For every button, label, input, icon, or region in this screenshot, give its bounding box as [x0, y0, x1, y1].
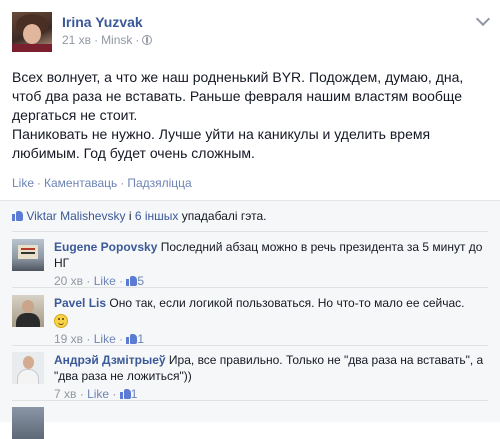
action-separator: ·	[37, 176, 42, 190]
like-link[interactable]: Like	[12, 176, 34, 190]
avatar-body	[16, 313, 40, 327]
author-name[interactable]: Irina Yuzvak	[62, 14, 143, 30]
comment-time[interactable]: 7 хв	[54, 387, 76, 401]
commenter-name[interactable]: Eugene Popovsky	[54, 240, 157, 254]
divider	[12, 231, 488, 232]
action-separator: ·	[120, 176, 125, 190]
commenter-avatar[interactable]	[12, 239, 44, 271]
facebook-post: Irina Yuzvak 21 хв · Minsk · Всех волнует, …	[0, 0, 500, 439]
post-paragraph: Паниковать не нужно. Лучше уйти на каник…	[12, 126, 431, 161]
divider	[12, 345, 488, 346]
thumb-up-icon	[12, 210, 23, 221]
post-meta: 21 хв · Minsk ·	[62, 33, 153, 47]
likes-suffix: упадабалі гэта.	[181, 209, 267, 223]
comment-body: Pavel Lis Оно так, если логикой пользова…	[54, 295, 488, 347]
divider	[12, 400, 488, 401]
avatar-face	[23, 24, 41, 44]
thumb-up-icon	[126, 333, 138, 344]
chevron-down-icon[interactable]	[475, 11, 491, 27]
thumb-up-icon	[119, 388, 131, 399]
avatar-shirt	[12, 44, 52, 52]
avatar-sign	[18, 245, 38, 259]
share-link[interactable]: Падзяліцца	[127, 176, 191, 190]
liker-name[interactable]: Viktar Malishevsky	[26, 209, 125, 223]
avatar-head	[22, 300, 34, 313]
meta-separator: ·	[94, 33, 99, 47]
comment-time[interactable]: 19 хв	[54, 332, 83, 346]
post-actions: Like · Каментаваць · Падзяліцца	[12, 176, 192, 190]
likes-others[interactable]: 6 іншых	[135, 209, 179, 223]
comment-link[interactable]: Каментаваць	[44, 176, 117, 190]
comment-like-count[interactable]: 1	[137, 332, 144, 346]
commenter-name[interactable]: Андрэй Дзмітрыеў	[54, 353, 166, 367]
divider	[12, 287, 488, 288]
comment-like-link[interactable]: Like	[94, 274, 116, 288]
comment-like-count[interactable]: 5	[137, 274, 144, 288]
post-time[interactable]: 21 хв	[62, 33, 91, 47]
globe-icon[interactable]	[142, 35, 153, 45]
comment-time[interactable]: 20 хв	[54, 274, 83, 288]
comment-like-link[interactable]: Like	[94, 332, 116, 346]
commenter-name[interactable]: Pavel Lis	[54, 296, 106, 310]
avatar-head	[23, 356, 34, 369]
likes-conj: і	[128, 209, 132, 223]
meta-separator: ·	[135, 33, 140, 47]
author-avatar[interactable]	[12, 12, 52, 52]
thumb-up-icon	[126, 275, 138, 286]
comment-body: Eugene Popovsky Последний абзац можно в …	[54, 239, 488, 289]
comment-body: Андрэй Дзмітрыеў Ира, все правильно. Тол…	[54, 352, 488, 402]
commenter-avatar[interactable]	[12, 295, 44, 327]
smile-icon	[54, 314, 68, 328]
comment-text: Оно так, если логикой пользоваться. Но ч…	[109, 296, 465, 310]
likes-summary: Viktar Malishevsky і 6 іншых упадабалі г…	[12, 209, 266, 223]
post-location[interactable]: Minsk	[101, 33, 132, 47]
comment-emoji-row	[54, 313, 488, 329]
comment-like-link[interactable]: Like	[87, 387, 109, 401]
commenter-avatar[interactable]	[12, 352, 44, 384]
avatar-body	[17, 369, 39, 384]
commenter-avatar[interactable]	[12, 407, 44, 439]
comment-like-count[interactable]: 1	[131, 387, 138, 401]
feedback-box: Viktar Malishevsky і 6 іншых упадабалі г…	[0, 200, 500, 439]
post-paragraph: Всех волнует, а что же наш родненький BY…	[12, 69, 464, 123]
post-text: Всех волнует, а что же наш родненький BY…	[12, 68, 488, 163]
